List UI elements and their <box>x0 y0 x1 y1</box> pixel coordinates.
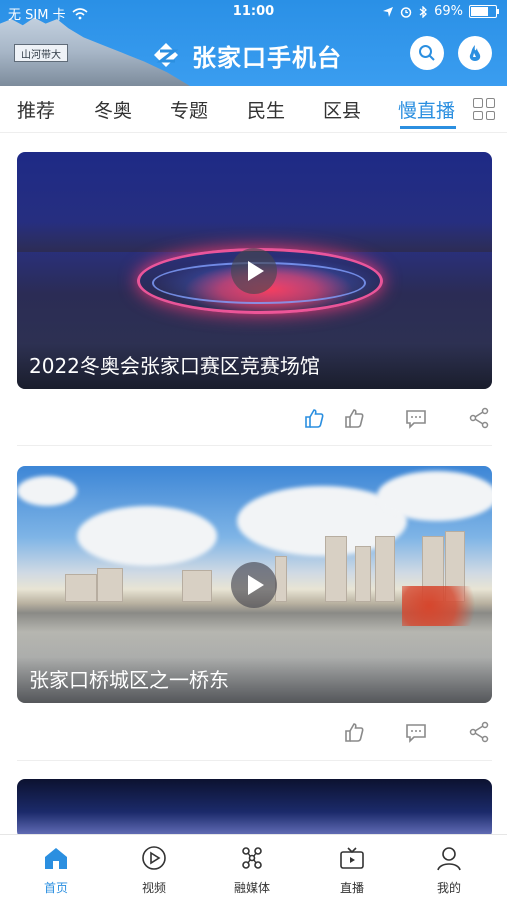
tab-winter-olympics[interactable]: 冬奥 <box>94 96 132 123</box>
status-right: 69% <box>382 4 499 19</box>
bottom-navigation: 首页 视频 融媒体 直播 我的 <box>0 834 507 901</box>
user-icon <box>435 845 463 871</box>
divider <box>17 445 492 446</box>
share-icon[interactable] <box>467 720 491 744</box>
nav-profile[interactable]: 我的 <box>414 845 484 896</box>
home-icon <box>42 845 70 871</box>
nav-live-label: 直播 <box>339 881 364 895</box>
grid-icon[interactable] <box>473 98 495 120</box>
video-card[interactable]: 2022冬奥会张家口赛区竞赛场馆 <box>17 152 492 389</box>
card-actions <box>17 710 492 756</box>
comment-icon[interactable] <box>404 720 428 744</box>
brand: 张家口手机台 <box>150 38 342 73</box>
video-card[interactable]: 张家口桥城区之一桥东 <box>17 466 492 703</box>
card-actions <box>17 396 492 442</box>
bluetooth-icon <box>418 5 428 18</box>
play-icon[interactable] <box>231 248 277 294</box>
share-icon[interactable] <box>467 406 491 430</box>
wall-plaque: 山河带大 <box>14 44 68 62</box>
divider <box>17 760 492 761</box>
video-thumbnail <box>17 779 492 839</box>
tab-special-topics[interactable]: 专题 <box>170 96 208 123</box>
active-tab-indicator <box>400 126 456 129</box>
thumbs-up-icon[interactable] <box>342 720 366 744</box>
video-title: 2022冬奥会张家口赛区竞赛场馆 <box>29 354 320 378</box>
battery-percent: 69% <box>434 4 463 19</box>
nav-profile-label: 我的 <box>436 881 461 895</box>
comment-icon[interactable] <box>404 406 428 430</box>
video-title: 张家口桥城区之一桥东 <box>29 668 229 692</box>
alarm-icon <box>400 6 412 18</box>
tab-livelihood[interactable]: 民生 <box>247 96 285 123</box>
nav-media-label: 融媒体 <box>233 881 270 895</box>
live-broadcast-button[interactable] <box>458 36 492 70</box>
category-tabs: 推荐 冬奥 专题 民生 区县 慢直播 <box>0 86 507 133</box>
tab-recommend[interactable]: 推荐 <box>17 96 55 123</box>
nav-home-label: 首页 <box>43 881 68 895</box>
nav-live[interactable]: 直播 <box>317 845 387 896</box>
tab-slow-live[interactable]: 慢直播 <box>398 96 455 123</box>
status-bar: 无 SIM 卡 11:00 69% <box>0 0 507 24</box>
app-title: 张家口手机台 <box>192 44 342 72</box>
media-icon <box>238 845 266 871</box>
live-broadcast-icon <box>465 43 485 63</box>
nav-video-label: 视频 <box>141 881 166 895</box>
nav-video[interactable]: 视频 <box>119 845 189 896</box>
nav-media[interactable]: 融媒体 <box>217 845 287 896</box>
search-icon <box>418 44 436 62</box>
thumbs-up-icon[interactable] <box>342 406 366 430</box>
play-icon[interactable] <box>231 562 277 608</box>
nav-home[interactable]: 首页 <box>21 845 91 896</box>
battery-icon <box>469 5 499 18</box>
location-icon <box>382 6 394 18</box>
play-circle-icon <box>140 845 168 871</box>
video-card[interactable] <box>17 779 492 839</box>
thumbs-up-active-icon[interactable] <box>302 406 326 430</box>
app-header: 山河带大 无 SIM 卡 11:00 69% 张家口手机台 <box>0 0 507 86</box>
search-button[interactable] <box>410 36 444 70</box>
wall-plaque-text: 山河带大 <box>21 49 61 61</box>
app-logo-icon <box>150 39 184 73</box>
tab-districts[interactable]: 区县 <box>323 96 361 123</box>
tv-icon <box>338 845 366 871</box>
